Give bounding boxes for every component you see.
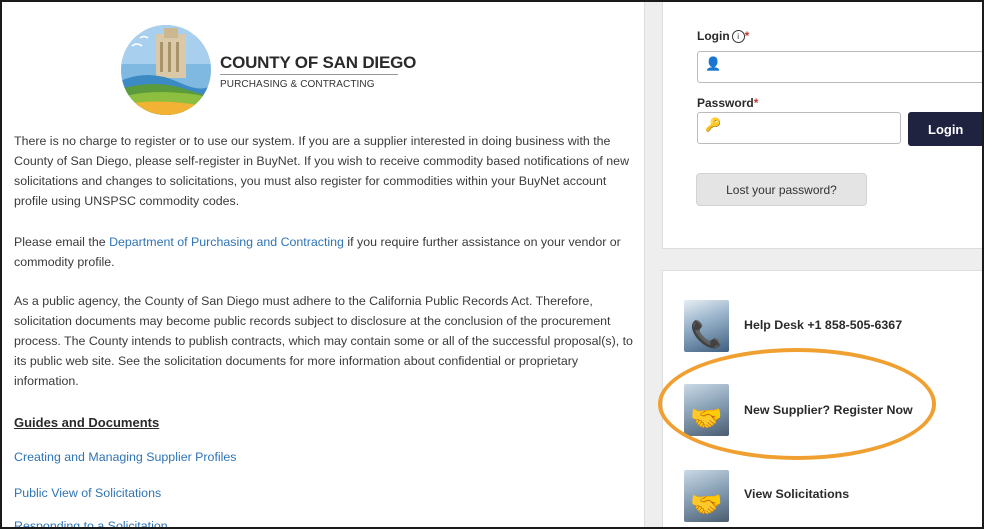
purchasing-department-link[interactable]: Department of Purchasing and Contracting xyxy=(109,235,344,249)
assistance-paragraph: Please email the Department of Purchasin… xyxy=(14,232,634,272)
county-seal-icon xyxy=(121,25,211,115)
lost-password-button[interactable]: Lost your password? xyxy=(696,173,867,206)
view-solicitations-link[interactable]: View Solicitations xyxy=(744,487,849,501)
public-records-paragraph: As a public agency, the County of San Di… xyxy=(14,294,633,388)
register-now-link[interactable]: New Supplier? Register Now xyxy=(744,403,913,417)
password-label-text: Password xyxy=(697,96,754,110)
help-desk-photo-icon[interactable]: 📞 xyxy=(684,300,729,352)
assistance-text-start: Please email the xyxy=(14,235,110,249)
password-input[interactable] xyxy=(697,112,901,144)
logo-subtitle: PURCHASING & CONTRACTING xyxy=(220,79,375,90)
logo-title: COUNTY OF SAN DIEGO xyxy=(220,53,417,72)
registration-info-paragraph: There is no charge to register or to use… xyxy=(14,134,630,208)
guides-heading: Guides and Documents xyxy=(14,415,160,430)
login-label: Login i * xyxy=(697,29,749,43)
login-input[interactable] xyxy=(697,51,982,83)
page-frame: COUNTY OF SAN DIEGO PURCHASING & CONTRAC… xyxy=(0,0,984,529)
user-icon: 👤 xyxy=(705,56,722,71)
login-label-text: Login xyxy=(697,29,730,43)
guide-link-public-view[interactable]: Public View of Solicitations xyxy=(14,486,161,500)
key-icon: 🔑 xyxy=(705,117,722,132)
guide-link-supplier-profiles[interactable]: Creating and Managing Supplier Profiles xyxy=(14,450,236,464)
solicitations-handshake-icon[interactable]: 🤝 xyxy=(684,470,729,522)
help-desk-link[interactable]: Help Desk +1 858-505-6367 xyxy=(744,318,902,332)
logo-divider xyxy=(220,74,398,75)
info-icon[interactable]: i xyxy=(731,30,745,43)
register-handshake-icon[interactable]: 🤝 xyxy=(684,384,729,436)
required-marker: * xyxy=(744,29,750,43)
login-button[interactable]: Login xyxy=(908,112,982,146)
required-marker: * xyxy=(753,96,759,110)
guide-link-responding[interactable]: Responding to a Solicitation xyxy=(14,519,168,527)
password-label: Password* xyxy=(697,96,758,110)
